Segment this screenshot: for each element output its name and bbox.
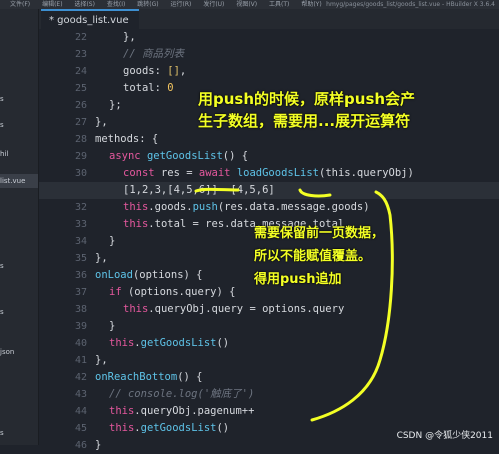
annotation-append-line1: 需要保留前一页数据，	[254, 226, 385, 241]
annotation-spread-line2: 生子数组，需要用...展开运算符	[198, 112, 411, 130]
annotation-spread-line1: 用push的时候，原样push会产	[198, 90, 416, 108]
underline-stroke	[298, 188, 332, 198]
watermark: CSDN @令狐少侠2011	[396, 431, 493, 441]
annotation-append-line2: 所以不能赋值覆盖。	[254, 249, 372, 264]
underline-stroke	[194, 187, 240, 193]
annotation-append-line3: 得用push追加	[254, 272, 342, 287]
annotation-strokes	[194, 187, 394, 422]
